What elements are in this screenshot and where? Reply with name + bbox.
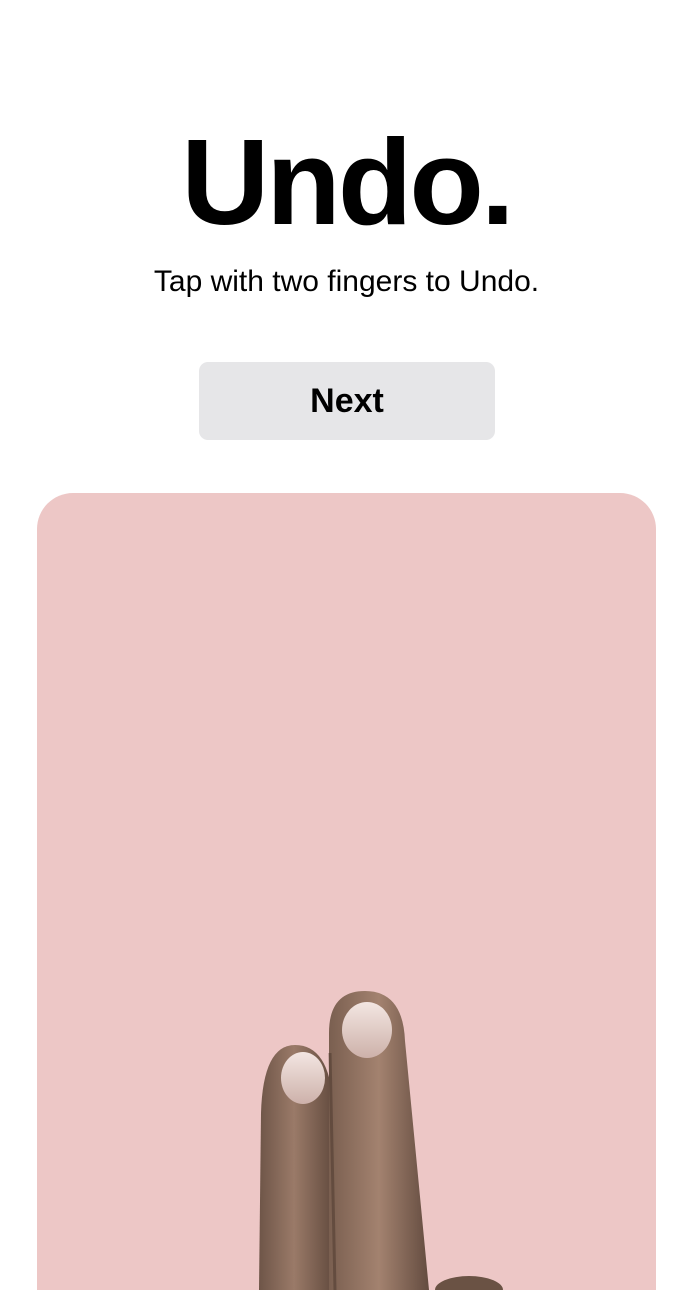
instruction-text: Tap with two fingers to Undo. (153, 265, 540, 298)
gesture-demo-area[interactable] (37, 493, 656, 1290)
page-title: Undo. (181, 114, 515, 250)
next-button[interactable]: Next (199, 362, 495, 440)
two-finger-tap-hand-icon (259, 991, 503, 1290)
